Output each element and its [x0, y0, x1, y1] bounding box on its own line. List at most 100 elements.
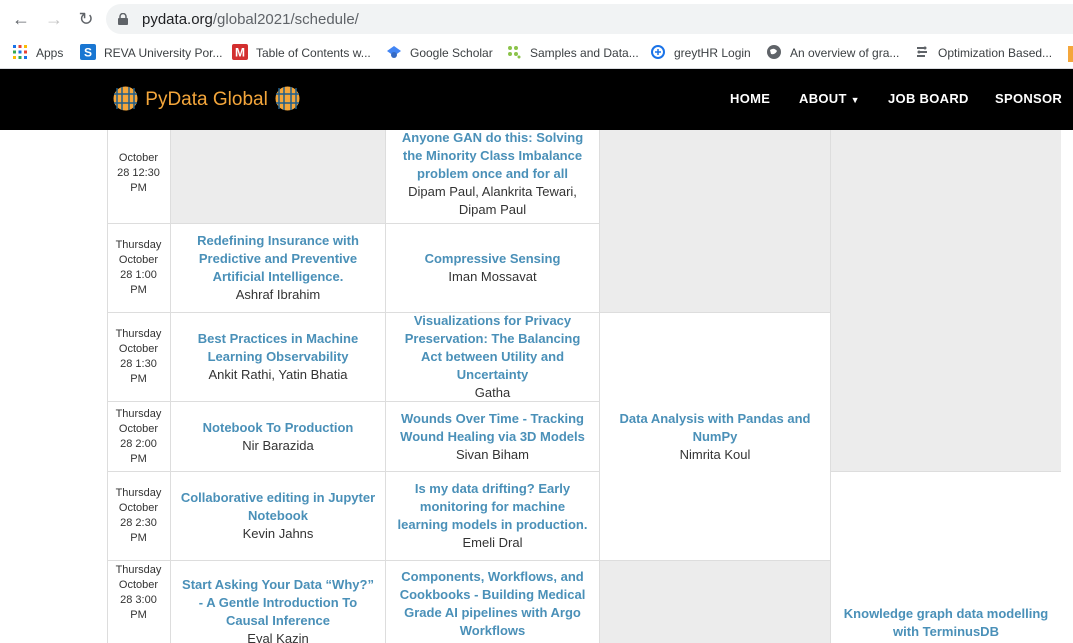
- talk-title-link[interactable]: Anyone GAN do this: Solving the Minority…: [394, 130, 591, 183]
- time-line: October: [118, 502, 159, 514]
- time-line: Thursday: [115, 328, 162, 340]
- talk-title-link[interactable]: Wounds Over Time - Tracking Wound Healin…: [394, 410, 591, 446]
- talk-cell: Compressive Sensing Iman Mossavat: [386, 224, 600, 313]
- bookmark-google-scholar[interactable]: Google Scholar: [386, 43, 493, 63]
- talk-cell: Start Asking Your Data “Why?” - A Gentle…: [171, 561, 386, 643]
- bookmark-toc[interactable]: M Table of Contents w...: [232, 43, 371, 63]
- speaker-name: Gatha: [474, 385, 511, 400]
- svg-text:M: M: [235, 46, 245, 60]
- url-text: pydata.org/global2021/schedule/: [142, 11, 359, 28]
- talk-title-link[interactable]: Visualizations for Privacy Preservation:…: [394, 312, 591, 384]
- bookmark-apps[interactable]: Apps: [12, 43, 63, 63]
- bookmark-label: greytHR Login: [674, 46, 751, 60]
- logo-global-text: Global: [212, 89, 268, 110]
- talk-cell: Redefining Insurance with Predictive and…: [171, 224, 386, 313]
- bookmark-overflow-icon[interactable]: [1068, 46, 1073, 62]
- talk-cell: Knowledge graph data modelling with Term…: [831, 472, 1061, 643]
- talk-cell: Best Practices in Machine Learning Obser…: [171, 313, 386, 402]
- bookmark-label: Optimization Based...: [938, 46, 1053, 60]
- speaker-name: Nir Barazida: [242, 437, 314, 453]
- bookmark-overview[interactable]: An overview of gra...: [766, 43, 899, 63]
- back-icon[interactable]: ←: [10, 8, 32, 30]
- time-line: 28 3:00: [120, 594, 157, 606]
- nav-job-board[interactable]: JOB BOARD: [888, 91, 969, 106]
- speaker-name: Dipam Paul, Alankrita Tewari, Dipam Paul: [408, 183, 577, 217]
- talk-title-link[interactable]: Is my data drifting? Early monitoring fo…: [394, 480, 591, 534]
- time-line: PM: [130, 532, 147, 544]
- talk-title-link[interactable]: Data Analysis with Pandas and NumPy: [608, 410, 822, 446]
- time-line: Thursday: [115, 564, 162, 576]
- bookmark-reva[interactable]: S REVA University Por...: [80, 43, 222, 63]
- bookmark-greythr[interactable]: greytHR Login: [650, 43, 751, 63]
- time-line: 28 2:00: [120, 437, 157, 450]
- time-line: PM: [130, 452, 147, 465]
- talk-cell: Collaborative editing in Jupyter Noteboo…: [171, 472, 386, 561]
- bookmark-label: Google Scholar: [410, 46, 493, 60]
- logo-py-text: PyData: [145, 89, 208, 110]
- speaker-name: Nimrita Koul: [679, 446, 751, 462]
- bookmark-label: Samples and Data...: [530, 46, 639, 60]
- time-line: PM: [130, 182, 147, 194]
- time-line: 28 12:30: [117, 167, 160, 179]
- empty-slot: [171, 130, 386, 224]
- site-header: PyData Global HOME ABOUT ▼ JOB BOARD SPO…: [0, 69, 1073, 130]
- m-logo-icon: M: [232, 44, 248, 60]
- talk-title-link[interactable]: Knowledge graph data modelling with Term…: [839, 605, 1053, 641]
- talk-title-link[interactable]: Start Asking Your Data “Why?” - A Gentle…: [179, 576, 377, 630]
- time-line: PM: [130, 609, 147, 621]
- time-slot: Thursday October 28 1:00 PM: [107, 224, 171, 313]
- talk-title-link[interactable]: Components, Workflows, and Cookbooks - B…: [394, 568, 591, 640]
- apps-grid-icon: [13, 45, 27, 59]
- time-line: 28 1:30: [120, 358, 157, 370]
- time-line: 28 1:00: [120, 269, 157, 281]
- nav-about[interactable]: ABOUT ▼: [799, 91, 860, 106]
- pydata-global-logo[interactable]: PyData Global: [113, 86, 300, 112]
- optimization-icon: [917, 46, 927, 57]
- lock-icon: [118, 13, 128, 25]
- samples-dots-icon: [508, 46, 521, 59]
- nav-sponsor[interactable]: SPONSOR: [995, 91, 1062, 106]
- talk-cell: Notebook To Production Nir Barazida: [171, 402, 386, 472]
- bookmark-label: REVA University Por...: [104, 46, 223, 60]
- address-bar[interactable]: pydata.org/global2021/schedule/: [106, 4, 1073, 34]
- time-line: Thursday: [115, 407, 162, 420]
- time-slot: Thursday October 28 1:30 PM: [107, 313, 171, 402]
- nav-home[interactable]: HOME: [730, 91, 770, 106]
- time-line: October: [118, 254, 159, 266]
- speaker-name: Emeli Dral: [462, 535, 523, 550]
- svg-text:S: S: [84, 46, 92, 60]
- bookmark-label: An overview of gra...: [790, 46, 900, 60]
- time-line: 28 2:30: [120, 517, 157, 529]
- bookmark-samples[interactable]: Samples and Data...: [506, 43, 639, 63]
- speaker-name: Kevin Jahns: [242, 526, 314, 541]
- bookmark-optimization[interactable]: Optimization Based...: [914, 43, 1052, 63]
- scholar-cap-icon: [387, 46, 401, 58]
- bookmark-label: Apps: [36, 46, 64, 60]
- time-line: Thursday: [115, 239, 162, 251]
- talk-title-link[interactable]: Notebook To Production: [203, 419, 354, 437]
- talk-title-link[interactable]: Redefining Insurance with Predictive and…: [179, 232, 377, 286]
- url-host: pydata.org: [142, 11, 213, 28]
- speaker-name: Sivan Biham: [456, 446, 529, 462]
- time-slot: Thursday October 28 3:00 PM: [107, 561, 171, 643]
- nav-about-label: ABOUT: [799, 91, 847, 106]
- talk-title-link[interactable]: Collaborative editing in Jupyter Noteboo…: [179, 489, 377, 525]
- talk-title-link[interactable]: Compressive Sensing: [425, 250, 561, 268]
- time-line: October: [118, 579, 159, 591]
- talk-cell: Components, Workflows, and Cookbooks - B…: [386, 561, 600, 643]
- url-path: /global2021/schedule/: [212, 11, 359, 28]
- bookmarks-bar: Apps S REVA University Por... M Table of C…: [0, 37, 1073, 69]
- schedule-grid: October 28 12:30 PM Anyone GAN do this: …: [107, 130, 1061, 643]
- time-slot: Thursday October 28 2:00 PM: [107, 402, 171, 472]
- talk-cell: Visualizations for Privacy Preservation:…: [386, 313, 600, 402]
- talk-title-link[interactable]: Best Practices in Machine Learning Obser…: [179, 330, 377, 366]
- forward-icon[interactable]: →: [43, 8, 65, 30]
- time-line: PM: [130, 373, 147, 385]
- reload-icon[interactable]: ↻: [75, 8, 97, 30]
- talk-cell: Wounds Over Time - Tracking Wound Healin…: [386, 402, 600, 472]
- globe-logo-icon: [275, 86, 300, 111]
- browser-toolbar: ← → ↻ pydata.org/global2021/schedule/: [0, 0, 1073, 37]
- time-line: October: [118, 152, 159, 164]
- speaker-name: Ankit Rathi, Yatin Bhatia: [208, 367, 348, 382]
- caret-down-icon: ▼: [850, 95, 860, 105]
